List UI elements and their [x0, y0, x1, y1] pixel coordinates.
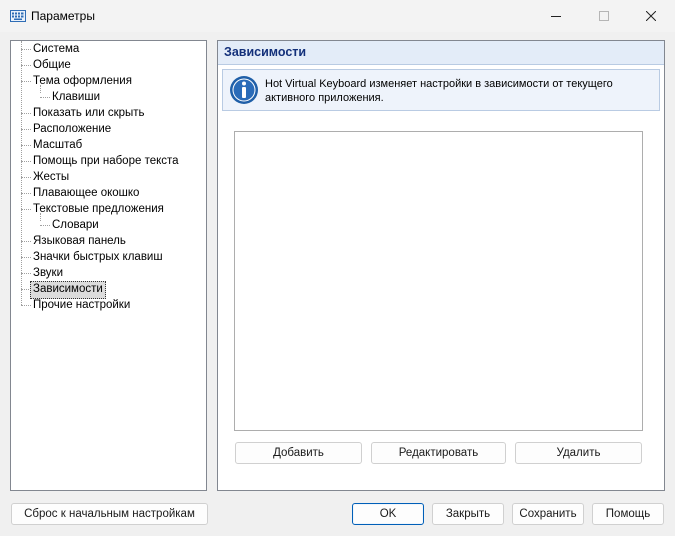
tree-item-keys[interactable]: Клавиши: [50, 89, 102, 105]
tree-connector: [40, 225, 50, 226]
tree-item-other-settings[interactable]: Прочие настройки: [31, 297, 132, 313]
tree-connector: [21, 81, 31, 82]
close-button[interactable]: Закрыть: [432, 503, 504, 525]
info-text: Hot Virtual Keyboard изменяет настройки …: [265, 78, 613, 104]
settings-tree[interactable]: Система Общие Тема оформления Клавиши По…: [10, 40, 207, 491]
tree-connector: [21, 145, 31, 146]
maximize-button[interactable]: [581, 0, 627, 32]
panel-header: Зависимости: [218, 41, 664, 65]
tree-connector: [21, 113, 31, 114]
tree-connector: [40, 97, 50, 98]
title-bar: Параметры: [0, 0, 675, 32]
tree-connector: [21, 193, 31, 194]
tree-connector: [21, 49, 31, 50]
tree-item-language-bar[interactable]: Языковая панель: [31, 233, 128, 249]
tree-item-text-suggestions[interactable]: Текстовые предложения: [31, 201, 166, 217]
maximize-icon: [599, 11, 609, 21]
delete-button[interactable]: Удалить: [515, 442, 642, 464]
panel-title: Зависимости: [224, 45, 307, 59]
tree-item-hotkey-icons[interactable]: Значки быстрых клавиш: [31, 249, 165, 265]
tree-connector: [21, 273, 31, 274]
tree-item-position[interactable]: Расположение: [31, 121, 113, 137]
close-window-button[interactable]: [628, 0, 674, 32]
info-icon: [230, 76, 258, 104]
tree-item-show-hide[interactable]: Показать или скрыть: [31, 105, 147, 121]
add-button[interactable]: Добавить: [235, 442, 362, 464]
info-box: Hot Virtual Keyboard изменяет настройки …: [222, 69, 660, 111]
keyboard-icon: [10, 10, 26, 22]
edit-button[interactable]: Редактировать: [371, 442, 506, 464]
tree-item-scale[interactable]: Масштаб: [31, 137, 84, 153]
dependencies-list[interactable]: [234, 131, 643, 431]
tree-connector: [21, 177, 31, 178]
tree-item-typing-help[interactable]: Помощь при наборе текста: [31, 153, 181, 169]
reset-defaults-button[interactable]: Сброс к начальным настройкам: [11, 503, 208, 525]
ok-button[interactable]: OK: [352, 503, 424, 525]
minimize-button[interactable]: [533, 0, 579, 32]
tree-connector: [21, 161, 31, 162]
save-button[interactable]: Сохранить: [512, 503, 584, 525]
tree-item-general[interactable]: Общие: [31, 57, 73, 73]
tree-item-floating-window[interactable]: Плавающее окошко: [31, 185, 141, 201]
window-title: Параметры: [31, 9, 95, 23]
dependencies-panel: Зависимости Hot Virtual Keyboard изменяе…: [217, 40, 665, 491]
minimize-icon: [551, 16, 561, 17]
tree-connector: [21, 241, 31, 242]
tree-connector: [21, 257, 31, 258]
tree-item-sounds[interactable]: Звуки: [31, 265, 65, 281]
help-button[interactable]: Помощь: [592, 503, 664, 525]
tree-item-dictionaries[interactable]: Словари: [50, 217, 101, 233]
tree-item-theme[interactable]: Тема оформления: [31, 73, 134, 89]
tree-connector: [21, 305, 31, 306]
close-icon: [646, 11, 656, 21]
tree-connector: [21, 129, 31, 130]
tree-item-system[interactable]: Система: [31, 41, 81, 57]
tree-connector: [21, 65, 31, 66]
tree-connector: [21, 209, 31, 210]
tree-item-gestures[interactable]: Жесты: [31, 169, 71, 185]
